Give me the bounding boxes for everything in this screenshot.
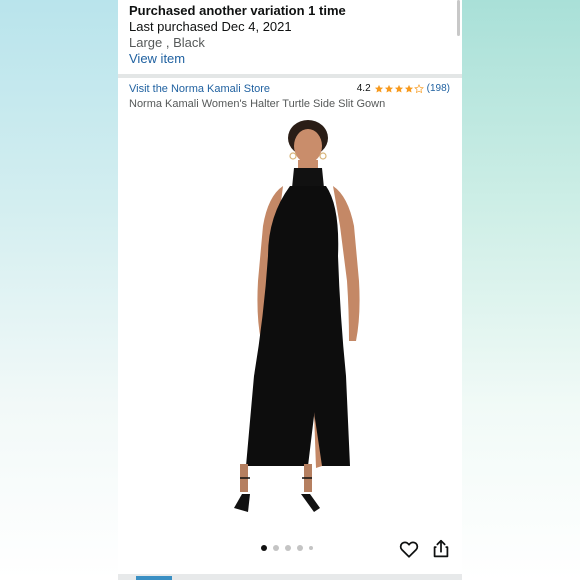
product-title: Norma Kamali Women's Halter Turtle Side … bbox=[129, 98, 386, 110]
rating-summary[interactable]: 4.2 (198) bbox=[357, 83, 450, 94]
pagination-dot[interactable] bbox=[285, 545, 291, 551]
pagination-dot[interactable] bbox=[273, 545, 279, 551]
image-pagination[interactable] bbox=[261, 545, 313, 551]
star-icon bbox=[384, 84, 393, 92]
rating-stars bbox=[374, 83, 424, 94]
product-image-carousel[interactable] bbox=[118, 116, 462, 526]
star-outline-icon bbox=[413, 83, 424, 93]
rating-count: (198) bbox=[426, 83, 450, 94]
purchase-history-notice: Purchased another variation 1 time Last … bbox=[118, 0, 462, 74]
pagination-dot[interactable] bbox=[297, 545, 303, 551]
star-icon bbox=[394, 84, 403, 92]
purchase-notice-title: Purchased another variation 1 time bbox=[129, 3, 346, 18]
pagination-dot-active[interactable] bbox=[261, 545, 267, 551]
purchased-variant: Large , Black bbox=[129, 35, 205, 50]
share-icon[interactable] bbox=[430, 538, 452, 560]
bottom-tab-indicator bbox=[136, 576, 172, 580]
view-item-link[interactable]: View item bbox=[129, 51, 185, 66]
image-controls bbox=[118, 528, 462, 572]
last-purchased-date: Last purchased Dec 4, 2021 bbox=[129, 19, 292, 34]
scrollbar[interactable] bbox=[457, 0, 460, 36]
star-icon bbox=[374, 84, 383, 92]
store-link[interactable]: Visit the Norma Kamali Store bbox=[129, 83, 270, 95]
background-right bbox=[462, 0, 580, 580]
background-left bbox=[0, 0, 118, 580]
star-icon bbox=[404, 84, 413, 92]
pagination-dot[interactable] bbox=[309, 546, 313, 550]
app-screen: Purchased another variation 1 time Last … bbox=[118, 0, 462, 580]
rating-value: 4.2 bbox=[356, 83, 371, 94]
heart-icon[interactable] bbox=[398, 538, 420, 560]
product-image bbox=[234, 120, 360, 512]
section-divider bbox=[118, 74, 462, 78]
